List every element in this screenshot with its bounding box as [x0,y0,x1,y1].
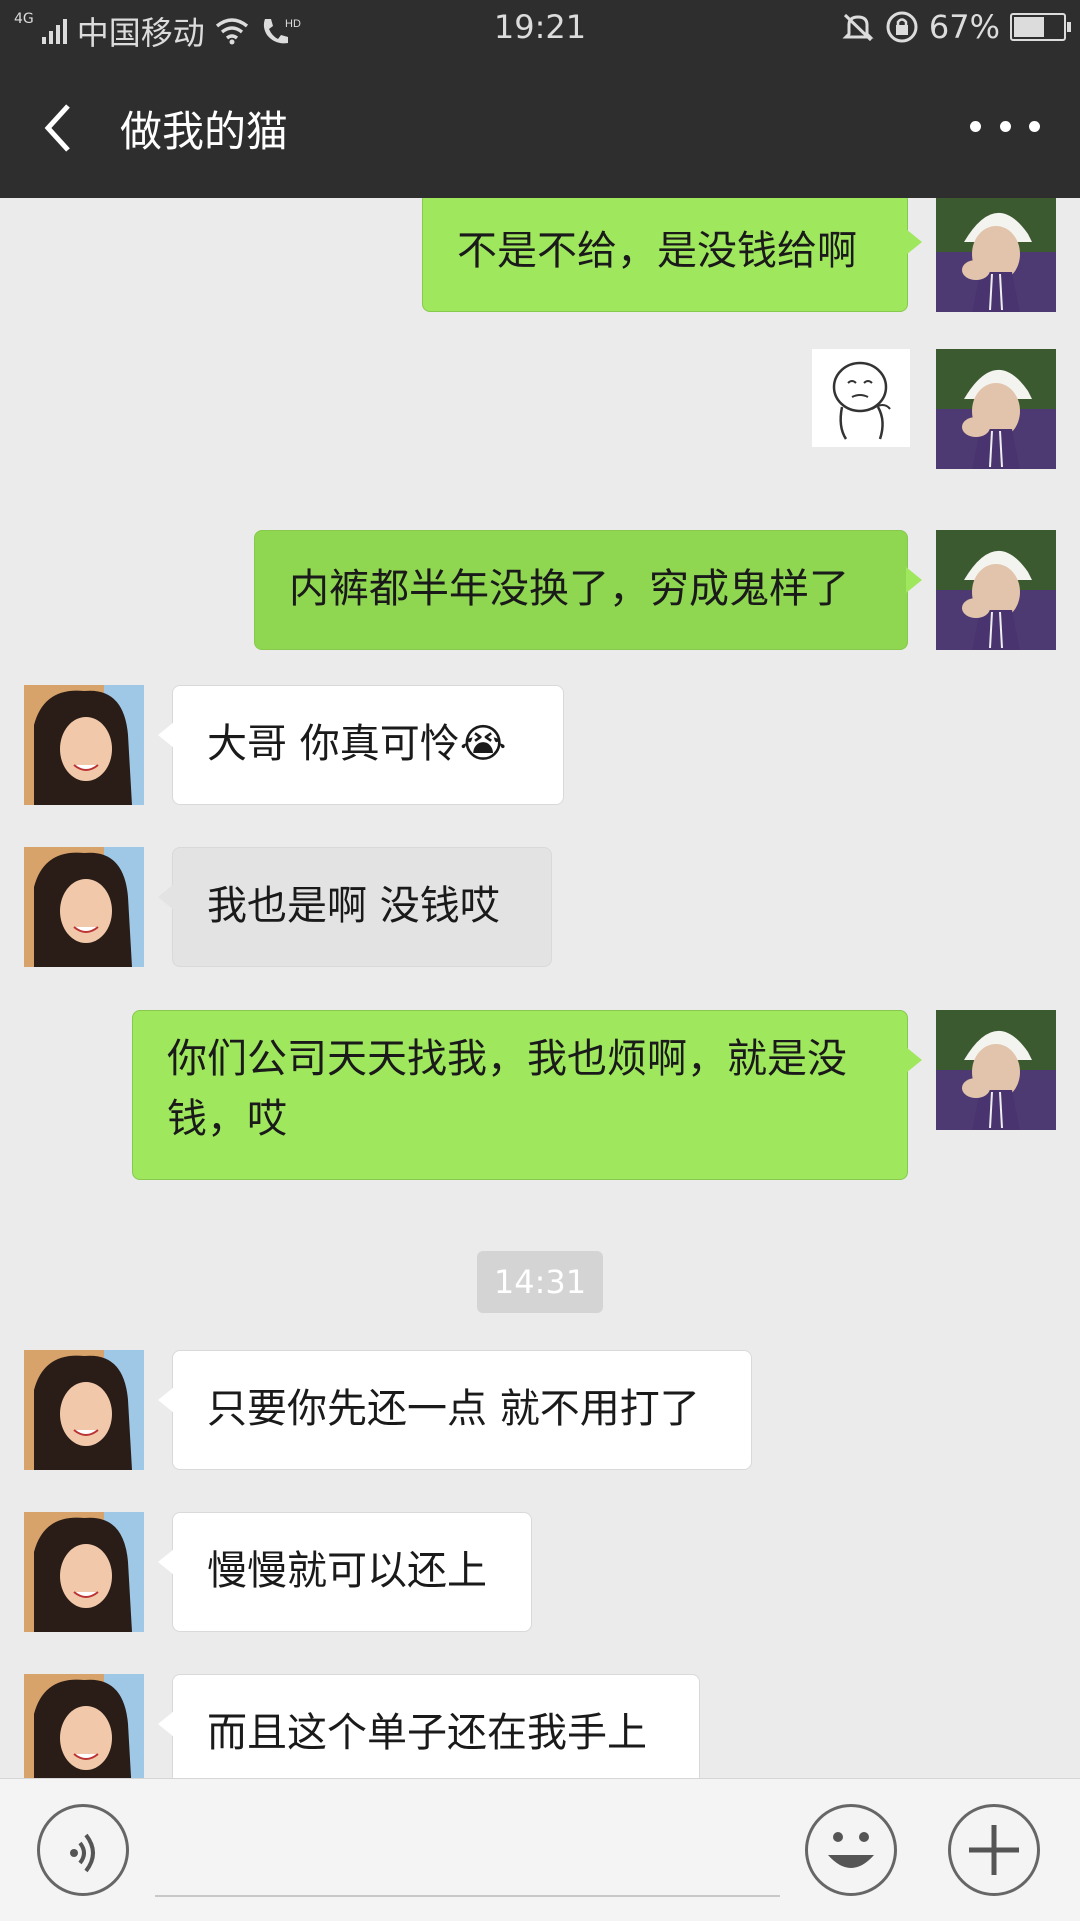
message-bubble-received[interactable]: 只要你先还一点 就不用打了 [158,1350,752,1470]
message-text: 不是不给，是没钱给啊 [457,228,857,274]
message-bubble-received[interactable]: 慢慢就可以还上 [158,1512,532,1632]
voice-button[interactable] [37,1804,129,1896]
my-avatar[interactable] [936,349,1056,469]
message-list[interactable]: 不是不给，是没钱给啊 内裤都半年没换了，穷成鬼样了 大哥 你真可怜😭 我也是啊 … [0,198,1080,1778]
input-bar [0,1778,1080,1921]
message-bubble-sent[interactable]: 你们公司天天找我，我也烦啊，就是没 钱，哎 [132,1010,922,1180]
message-bubble-received[interactable]: 我也是啊 没钱哎 [158,847,552,967]
more-dot [1029,120,1040,132]
status-right: 67% [841,8,1071,46]
message-bubble-received[interactable]: 大哥 你真可怜😭 [158,685,564,805]
message-bubble-sent[interactable]: 内裤都半年没换了，穷成鬼样了 [254,530,922,650]
mute-icon [842,13,874,42]
more-dot [999,120,1011,132]
contact-avatar[interactable] [24,1674,144,1778]
back-button[interactable] [30,92,90,162]
add-button[interactable] [948,1804,1040,1896]
message-input[interactable] [155,1809,780,1897]
message-text-line: 钱，哎 [167,1096,287,1142]
battery-percent: 67% [928,8,1000,46]
message-bubble-received[interactable]: 而且这个单子还在我手上 [158,1674,700,1778]
message-text: 只要你先还一点 就不用打了 [207,1386,700,1432]
chat-header: 做我的猫 [0,56,1080,198]
message-text: 内裤都半年没换了，穷成鬼样了 [289,566,849,612]
rotation-lock-icon [886,11,918,43]
message-bubble-sent[interactable]: 不是不给，是没钱给啊 [422,198,922,312]
smiley-icon [828,1832,874,1868]
more-button[interactable] [970,106,1040,146]
emoji-button[interactable] [805,1804,897,1896]
crying-emoji-icon: 😭 [459,721,507,767]
contact-avatar[interactable] [24,1512,144,1632]
contact-avatar[interactable] [24,1350,144,1470]
my-avatar[interactable] [936,530,1056,650]
message-text-line: 你们公司天天找我，我也烦啊，就是没 [167,1036,847,1082]
time-divider: 14:31 [477,1251,603,1313]
crying-face-sticker-icon [812,349,910,447]
message-text: 我也是啊 没钱哎 [207,883,500,929]
contact-avatar[interactable] [24,847,144,967]
voice-icon [70,1833,95,1873]
chat-title: 做我的猫 [120,107,289,156]
contact-avatar[interactable] [24,685,144,805]
message-text: 慢慢就可以还上 [207,1548,487,1594]
message-text: 而且这个单子还在我手上 [207,1710,647,1756]
plus-icon [969,1825,1019,1875]
my-avatar[interactable] [936,198,1056,312]
message-text: 大哥 你真可怜 [207,721,460,767]
battery-icon [1010,13,1071,41]
more-dot [970,120,981,132]
status-bar: 4G 中国移动 HD 19:21 67% [0,0,1080,56]
chevron-left-icon [44,104,70,152]
my-avatar[interactable] [936,1010,1056,1130]
sticker-message[interactable] [812,349,910,447]
